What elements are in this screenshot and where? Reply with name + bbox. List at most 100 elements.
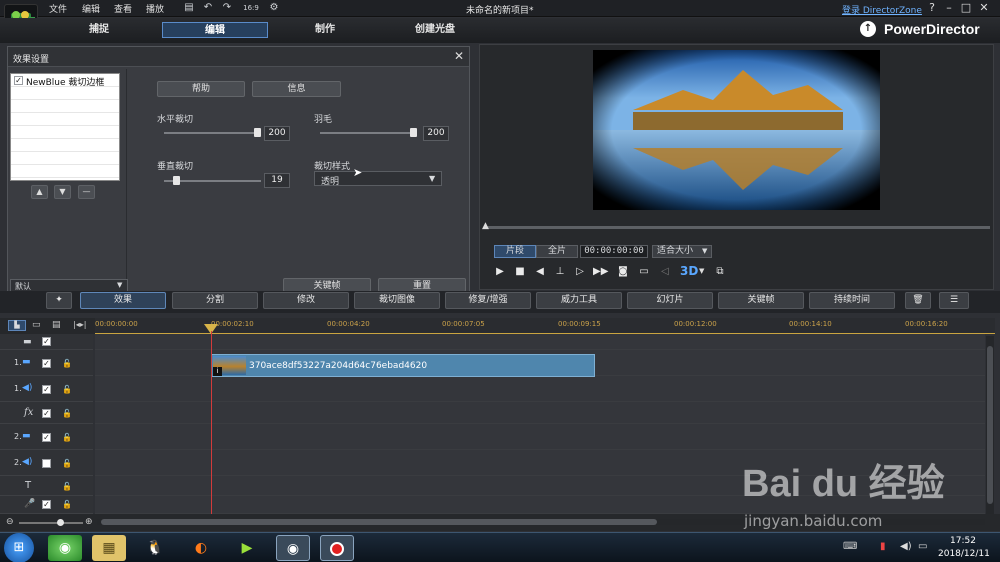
effects-button[interactable]: 效果 [80,292,166,309]
settings-icon[interactable]: ⚙ [268,2,280,14]
next-frame-icon[interactable]: ▷ [573,266,587,278]
power-tools-button[interactable]: 威力工具 [536,292,622,309]
tab-capture[interactable]: 捕捉 [46,22,152,38]
lock-icon[interactable]: 🔓 [62,459,72,468]
snapshot-icon[interactable]: ◙ [616,266,630,278]
scrollbar-thumb[interactable] [987,346,993,504]
zoom-slider[interactable] [19,519,83,526]
upgrade-icon[interactable]: ↑ [860,21,876,37]
zoom-in-icon[interactable]: ⊕ [85,517,93,527]
login-link[interactable]: 登录 DirectorZone [842,3,922,16]
zoom-out-icon[interactable]: ⊖ [6,517,14,527]
keyframe-button[interactable]: 关键帧 [283,278,371,292]
vertical-scrollbar[interactable] [986,336,994,514]
undock-icon[interactable]: ⧉ [713,266,727,278]
slider-thumb[interactable] [254,128,261,137]
more-menu-icon[interactable]: ☰ [939,292,969,309]
clock-time[interactable]: 17:52 [950,536,976,546]
menu-play[interactable]: 播放 [146,2,164,15]
keyframe-button[interactable]: 关键帧 [718,292,804,309]
track-lane[interactable] [95,376,985,402]
split-icon[interactable]: ⊥ [553,266,567,278]
timeline-view-icon[interactable]: ▙ [8,320,26,331]
lock-icon[interactable]: 🔓 [62,482,72,491]
file-explorer-icon[interactable]: ▦ [92,535,126,561]
aspect-ratio-dropdown[interactable]: 16:9 [240,2,262,14]
move-down-button[interactable]: ▼ [54,185,71,199]
horizontal-crop-slider[interactable] [164,128,261,137]
list-item[interactable]: ✓ NewBlue 裁切边框 [11,74,119,88]
minimize-button[interactable]: – [942,1,956,15]
start-button[interactable]: ⊞ [4,533,34,562]
crop-image-button[interactable]: 裁切图像 [354,292,440,309]
fit-size-select[interactable]: 适合大小 ▼ [652,245,712,258]
track-enable-checkbox[interactable]: ✓ [42,359,51,368]
lock-icon[interactable]: 🔓 [62,433,72,442]
scrubber-handle[interactable]: ▲ [482,221,489,231]
all-tracks-checkbox[interactable]: ✓ [42,337,51,346]
threed-button[interactable]: 3D [680,264,698,278]
track-manager-icon[interactable]: ▤ [52,320,61,330]
move-up-button[interactable]: ▲ [31,185,48,199]
close-button[interactable]: ✕ [977,1,991,15]
help-button[interactable]: ? [925,1,939,15]
effect-enable-checkbox[interactable]: ✓ [14,76,23,85]
vertical-crop-slider[interactable] [164,176,261,185]
track-lane[interactable] [95,334,985,350]
lock-icon[interactable]: 🔓 [62,359,72,368]
info-button[interactable]: 信息 [252,81,341,97]
playhead-line[interactable] [211,331,212,517]
battery-icon[interactable]: ▭ [918,541,927,552]
crop-style-select[interactable]: 透明 ▼ [314,171,442,187]
tab-produce[interactable]: 制作 [272,22,378,38]
horizontal-crop-value[interactable]: 200 [264,126,290,141]
track-lane[interactable] [95,424,985,450]
slider-thumb[interactable] [57,519,64,526]
preview-scrubber[interactable]: ▲ [482,221,990,231]
slideshow-button[interactable]: 幻灯片 [627,292,713,309]
slider-thumb[interactable] [410,128,417,137]
tab-edit[interactable]: 编辑 [162,22,268,38]
track-enable-checkbox[interactable] [42,459,51,468]
display-icon[interactable]: ▭ [637,266,651,278]
qq-icon[interactable]: 🐧 [138,535,172,561]
remove-effect-button[interactable]: — [78,185,95,199]
timeline-ruler[interactable]: 00:00:00:00 00:00:02:10 00:00:04:20 00:0… [95,318,995,334]
volume-icon[interactable]: ◀) [900,541,912,552]
slider-thumb[interactable] [173,176,180,185]
fast-forward-icon[interactable]: ▶▶ [593,266,608,278]
feather-value[interactable]: 200 [423,126,449,141]
volume-icon[interactable]: ◁ [658,266,672,278]
clock-date[interactable]: 2018/12/11 [938,549,990,559]
trash-icon[interactable]: 🗑 [905,292,931,309]
storyboard-view-icon[interactable]: ▭ [32,320,41,330]
menu-view[interactable]: 查看 [114,2,132,15]
lock-icon[interactable]: 🔓 [62,500,72,509]
track-enable-checkbox[interactable]: ✓ [42,433,51,442]
play-icon[interactable]: ▶ [493,266,507,278]
reset-button[interactable]: 重置 [378,278,466,292]
fit-timeline-icon[interactable]: |◂▸| [73,320,86,329]
recorder-icon[interactable] [320,535,354,561]
lock-icon[interactable]: 🔓 [62,409,72,418]
undo-icon[interactable]: ↶ [202,2,214,14]
clip-mode-button[interactable]: 片段 [494,245,536,258]
menu-file[interactable]: 文件 [49,2,67,15]
video-clip[interactable]: i 370ace8df53227a204d64c76ebad4620 [211,354,595,377]
magic-icon[interactable]: ✦ [46,292,72,309]
track-enable-checkbox[interactable]: ✓ [42,409,51,418]
track-lane[interactable] [95,402,985,424]
firefox-icon[interactable]: ◐ [184,535,218,561]
previous-frame-icon[interactable]: ◀ [533,266,547,278]
duration-button[interactable]: 持续时间 [809,292,895,309]
keyboard-icon[interactable]: ⌨ [843,541,857,552]
split-button[interactable]: 分割 [172,292,258,309]
feather-slider[interactable] [320,128,417,137]
lock-icon[interactable]: 🔓 [62,385,72,394]
fix-enhance-button[interactable]: 修复/增强 [445,292,531,309]
maximize-button[interactable]: □ [959,1,973,15]
chevron-down-icon[interactable]: ▼ [699,267,704,275]
app-green-icon[interactable]: ◉ [48,535,82,561]
track-enable-checkbox[interactable]: ✓ [42,385,51,394]
save-icon[interactable]: ▤ [183,2,195,14]
